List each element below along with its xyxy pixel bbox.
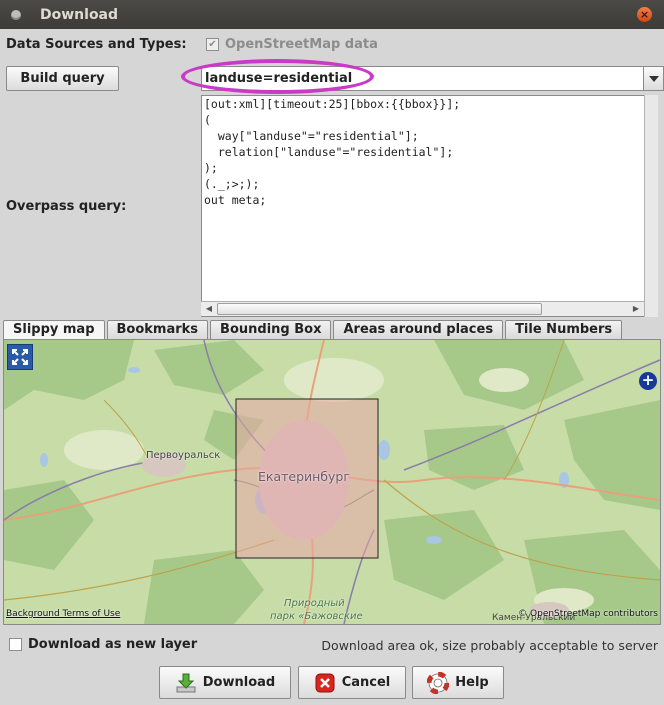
overpass-query-label: Overpass query:: [6, 199, 127, 214]
map-label-park-line1: Природный: [284, 598, 345, 609]
query-wizard-value[interactable]: landuse=residential: [202, 71, 643, 86]
overpass-vertical-scrollbar[interactable]: [644, 95, 658, 317]
scrollbar-thumb[interactable]: [217, 303, 542, 315]
new-layer-label: Download as new layer: [28, 637, 198, 652]
osm-data-checkbox[interactable]: ✔: [206, 38, 219, 51]
window-titlebar: Download ×: [0, 0, 664, 29]
cancel-x-icon: [314, 672, 336, 694]
overpass-horizontal-scrollbar[interactable]: ◀ ▶: [201, 301, 644, 316]
window-title: Download: [40, 6, 119, 23]
plus-circle-icon[interactable]: +: [639, 372, 657, 390]
expand-arrows-icon[interactable]: [7, 344, 33, 370]
tab-slippy-map[interactable]: Slippy map: [3, 320, 105, 340]
osm-data-option[interactable]: ✔ OpenStreetMap data: [206, 37, 378, 52]
download-dialog: Data Sources and Types: ✔ OpenStreetMap …: [0, 29, 664, 705]
download-label: Download: [202, 675, 276, 690]
tab-areas-around-places[interactable]: Areas around places: [333, 320, 504, 339]
tab-bookmarks[interactable]: Bookmarks: [106, 320, 209, 339]
chevron-down-icon[interactable]: [643, 67, 663, 90]
overpass-query-text[interactable]: [out:xml][timeout:25][bbox:{{bbox}}]; ( …: [202, 96, 657, 208]
close-window-icon[interactable]: ×: [637, 7, 652, 22]
osm-attribution: © OpenStreetMap contributors: [518, 609, 658, 619]
data-sources-label: Data Sources and Types:: [6, 37, 187, 52]
download-arrow-icon: [175, 672, 197, 694]
cancel-label: Cancel: [341, 675, 391, 690]
build-query-label: Build query: [20, 71, 105, 86]
background-terms-link[interactable]: Background Terms of Use: [6, 609, 120, 619]
lifebuoy-icon: [427, 671, 450, 694]
tab-tile-numbers[interactable]: Tile Numbers: [505, 320, 623, 339]
query-wizard-combobox[interactable]: landuse=residential: [201, 66, 664, 91]
cancel-button[interactable]: Cancel: [298, 666, 406, 699]
download-new-layer-option[interactable]: Download as new layer: [9, 637, 197, 652]
map-label-yekaterinburg: Екатеринбург: [258, 469, 350, 484]
tab-bounding-box[interactable]: Bounding Box: [210, 320, 332, 339]
map-label-park-line2: парк «Бажовские: [270, 611, 363, 622]
osm-data-label: OpenStreetMap data: [225, 37, 378, 52]
window-menu-icon[interactable]: [11, 9, 21, 20]
download-button[interactable]: Download: [159, 666, 291, 699]
build-query-button[interactable]: Build query: [6, 66, 119, 91]
slippy-map[interactable]: Екатеринбург Первоуральск Природный парк…: [3, 339, 661, 625]
help-button[interactable]: Help: [412, 666, 504, 699]
help-label: Help: [455, 675, 489, 690]
new-layer-checkbox[interactable]: [9, 638, 22, 651]
download-status-text: Download area ok, size probably acceptab…: [321, 638, 658, 653]
overpass-query-textarea[interactable]: [out:xml][timeout:25][bbox:{{bbox}}]; ( …: [201, 95, 658, 317]
scroll-left-icon[interactable]: ◀: [202, 303, 216, 315]
scroll-right-icon[interactable]: ▶: [629, 303, 643, 315]
map-label-pervouralsk: Первоуральск: [146, 450, 221, 461]
area-selector-tabs: Slippy map Bookmarks Bounding Box Areas …: [3, 320, 624, 340]
